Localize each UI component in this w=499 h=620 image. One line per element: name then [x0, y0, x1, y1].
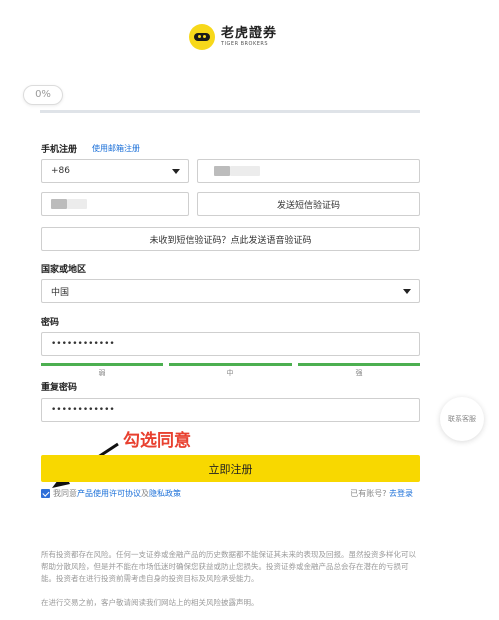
agree-checkbox[interactable] — [41, 489, 50, 498]
region-value: 中国 — [51, 287, 70, 298]
brand-name: 老虎證券 — [221, 26, 278, 41]
contact-support-button[interactable]: 联系客服 — [440, 397, 484, 441]
agreement-row: 我同意 产品使用许可协议 及 隐私政策 — [41, 488, 181, 499]
email-register-link[interactable]: 使用邮箱注册 — [92, 143, 140, 154]
chevron-down-icon — [403, 289, 411, 294]
password-value: •••••••••••• — [51, 339, 115, 349]
confirm-password-value: •••••••••••• — [51, 405, 115, 415]
progress-bar — [40, 110, 420, 113]
brand-logo: 老虎證券 TIGER BROKERS — [189, 24, 277, 50]
redacted-phone — [214, 166, 230, 176]
risk-notice: 在进行交易之前，客户敬请阅读我们网站上的相关风险披露声明。 — [41, 598, 259, 607]
redacted-code — [51, 199, 67, 209]
agree-prefix: 我同意 — [53, 489, 77, 498]
brand-name-en: TIGER BROKERS — [221, 41, 269, 47]
confirm-password-label: 重复密码 — [41, 383, 78, 393]
chevron-down-icon — [172, 169, 180, 174]
password-input[interactable]: •••••••••••• — [41, 332, 420, 356]
terms-link[interactable]: 产品使用许可协议 — [77, 488, 141, 499]
login-link[interactable]: 去登录 — [389, 489, 413, 498]
phone-number-input[interactable] — [197, 159, 420, 183]
strength-bar-strong — [298, 363, 420, 366]
login-prompt: 已有账号? — [350, 489, 387, 498]
annotation-arrow-icon — [52, 442, 119, 488]
strength-bar-medium — [169, 363, 292, 366]
annotation-text: 勾选同意 — [123, 431, 191, 451]
tiger-logo-icon — [189, 24, 215, 50]
phone-register-label: 手机注册 — [41, 145, 78, 155]
send-sms-button[interactable]: 发送短信验证码 — [197, 192, 420, 216]
register-button[interactable]: 立即注册 — [41, 455, 420, 482]
sms-code-input[interactable] — [41, 192, 189, 216]
country-code-select[interactable]: +86 — [41, 159, 189, 183]
region-label: 国家或地区 — [41, 265, 87, 275]
strength-label-strong: 强 — [355, 369, 363, 377]
country-code-value: +86 — [51, 166, 70, 176]
risk-disclaimer: 所有投资都存在风险。任何一支证券或金融产品的历史数据都不能保证其未来的表现及回报… — [41, 550, 416, 583]
voice-code-button[interactable]: 未收到短信验证码？点此发送语音验证码 — [41, 227, 420, 251]
strength-label-weak: 弱 — [98, 369, 106, 377]
password-label: 密码 — [41, 318, 60, 328]
confirm-password-input[interactable]: •••••••••••• — [41, 398, 420, 422]
login-row: 已有账号? 去登录 — [350, 488, 413, 499]
progress-indicator: 0% — [23, 85, 63, 105]
strength-bar-weak — [41, 363, 163, 366]
region-select[interactable]: 中国 — [41, 279, 420, 303]
agree-and: 及 — [141, 489, 149, 498]
strength-label-medium: 中 — [226, 369, 234, 377]
privacy-link[interactable]: 隐私政策 — [149, 488, 181, 499]
